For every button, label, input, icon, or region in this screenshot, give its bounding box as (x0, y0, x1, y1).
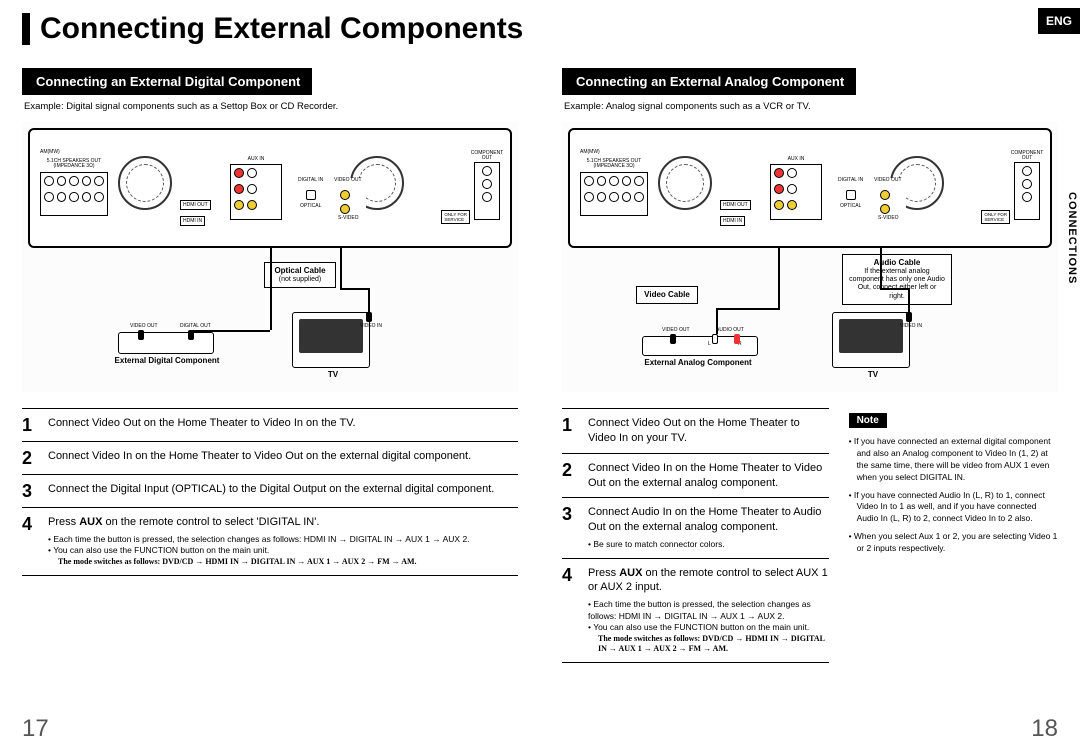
cable-plug-icon (366, 312, 372, 322)
aux-in-ports: AUX IN (770, 164, 822, 220)
speaker-out-ports: 5.1CH SPEAKERS OUT(IMPEDANCE 3Ω) (40, 172, 108, 216)
step-number: 2 (562, 461, 580, 491)
component-out-ports: COMPONENTOUT (1014, 162, 1040, 220)
tv-icon (832, 312, 910, 368)
step-text: Connect Video In on the Home Theater to … (588, 461, 829, 491)
note-item: If you have connected an external digita… (849, 436, 1058, 484)
step-number: 1 (22, 416, 40, 434)
right-example-text: Example: Analog signal components such a… (564, 101, 1058, 112)
audio-cable-callout: Audio Cable If the external analog compo… (842, 254, 952, 305)
step-item: 2 Connect Video In on the Home Theater t… (562, 453, 829, 498)
port-label: ONLY FORSERVICE (981, 210, 1010, 224)
tv-label: TV (318, 370, 348, 379)
callout-note: (not supplied) (271, 276, 329, 284)
optical-cable-callout: Optical Cable (not supplied) (264, 262, 336, 288)
cable-plug-icon (712, 334, 718, 344)
step-item: 3 Connect the Digital Input (OPTICAL) to… (22, 474, 518, 507)
speaker-out-ports: 5.1CH SPEAKERS OUT(IMPEDANCE 3Ω) (580, 172, 648, 216)
step-text: Connect Video Out on the Home Theater to… (48, 416, 518, 434)
step-number: 1 (562, 416, 580, 446)
step-item: 1 Connect Video Out on the Home Theater … (22, 408, 518, 441)
tv-screen-icon (299, 319, 363, 353)
digital-video-ports: DIGITAL IN VIDEO OUT OPTICAL S-VIDEO (834, 178, 906, 220)
language-tab: ENG (1038, 8, 1080, 34)
left-column: Connecting an External Digital Component… (22, 68, 518, 663)
right-diagram: 5.1CH SPEAKERS OUT(IMPEDANCE 3Ω) AM(MW) … (562, 122, 1058, 392)
port-label: VIDEO IN (900, 324, 922, 329)
right-subheading: Connecting an External Analog Component (562, 68, 1058, 95)
step-item: 4 Press AUX on the remote control to sel… (562, 558, 829, 664)
step-text: Connect the Digital Input (OPTICAL) to t… (48, 482, 518, 500)
page-title: Connecting External Components (40, 12, 523, 46)
right-subheading-text: Connecting an External Analog Component (568, 68, 856, 95)
digital-video-ports: DIGITAL IN VIDEO OUT OPTICAL S-VIDEO (294, 178, 366, 220)
note-item: When you select Aux 1 or 2, you are sele… (849, 531, 1058, 555)
port-label: L (708, 342, 711, 347)
cable-plug-icon (734, 334, 740, 344)
step-text: Press AUX on the remote control to selec… (48, 515, 518, 568)
callout-note: If the external analog component has onl… (849, 268, 945, 302)
cable-plug-icon (670, 334, 676, 344)
left-subheading-text: Connecting an External Digital Component (28, 68, 312, 95)
right-column: Connecting an External Analog Component … (562, 68, 1058, 663)
tv-label: TV (858, 370, 888, 379)
page-number-left: 17 (22, 715, 49, 743)
left-example-text: Example: Digital signal components such … (24, 101, 518, 112)
step-text: Press AUX on the remote control to selec… (588, 566, 829, 656)
external-device-label: External Digital Component (112, 356, 222, 365)
component-out-ports: COMPONENTOUT (474, 162, 500, 220)
callout-title: Optical Cable (274, 266, 325, 275)
callout-title: Video Cable (644, 290, 690, 299)
step-item: 1 Connect Video Out on the Home Theater … (562, 408, 829, 453)
step-text: Connect Video Out on the Home Theater to… (588, 416, 829, 446)
step-number: 4 (562, 566, 580, 656)
note-label: Note (849, 413, 887, 428)
tv-screen-icon (839, 319, 903, 353)
step-item: 4 Press AUX on the remote control to sel… (22, 507, 518, 576)
title-accent-bar (22, 13, 30, 45)
port-label: VIDEO OUT (130, 324, 158, 329)
left-steps: 1 Connect Video Out on the Home Theater … (22, 408, 518, 576)
note-item: If you have connected Audio In (L, R) to… (849, 490, 1058, 526)
step-item: 3 Connect Audio In on the Home Theater t… (562, 497, 829, 557)
fan-vent-icon (118, 156, 172, 210)
left-diagram: 5.1CH SPEAKERS OUT(IMPEDANCE 3Ω) AM(MW) … (22, 122, 518, 392)
external-device-icon (118, 332, 214, 354)
aux-in-ports: AUX IN (230, 164, 282, 220)
step-text: Connect Video In on the Home Theater to … (48, 449, 518, 467)
external-device-label: External Analog Component (638, 358, 758, 367)
port-label: HDMI IN (720, 216, 745, 226)
step-number: 3 (22, 482, 40, 500)
page-title-wrap: Connecting External Components (22, 12, 1058, 46)
right-steps: 1 Connect Video Out on the Home Theater … (562, 408, 829, 663)
left-subheading: Connecting an External Digital Component (22, 68, 518, 95)
step-number: 2 (22, 449, 40, 467)
rear-panel-illustration: 5.1CH SPEAKERS OUT(IMPEDANCE 3Ω) AM(MW) … (568, 128, 1052, 248)
video-cable-callout: Video Cable (636, 286, 698, 304)
cable-plug-icon (906, 312, 912, 322)
rear-panel-illustration: 5.1CH SPEAKERS OUT(IMPEDANCE 3Ω) AM(MW) … (28, 128, 512, 248)
fan-vent-icon (658, 156, 712, 210)
section-tab: CONNECTIONS (1064, 190, 1080, 286)
page-number-right: 18 (1031, 715, 1058, 743)
step-number: 4 (22, 515, 40, 568)
port-label: ONLY FORSERVICE (441, 210, 470, 224)
note-section: Note If you have connected an external d… (849, 408, 1058, 663)
port-label: HDMI IN (180, 216, 205, 226)
port-label: AUDIO OUT (716, 328, 744, 333)
step-item: 2 Connect Video In on the Home Theater t… (22, 441, 518, 474)
port-label: HDMI OUT (720, 200, 751, 210)
port-label: VIDEO OUT (662, 328, 690, 333)
cable-plug-icon (138, 330, 144, 340)
tv-icon (292, 312, 370, 368)
step-text: Connect Audio In on the Home Theater to … (588, 505, 829, 550)
port-label: VIDEO IN (360, 324, 382, 329)
step-number: 3 (562, 505, 580, 550)
port-label: HDMI OUT (180, 200, 211, 210)
port-label: DIGITAL OUT (180, 324, 211, 329)
